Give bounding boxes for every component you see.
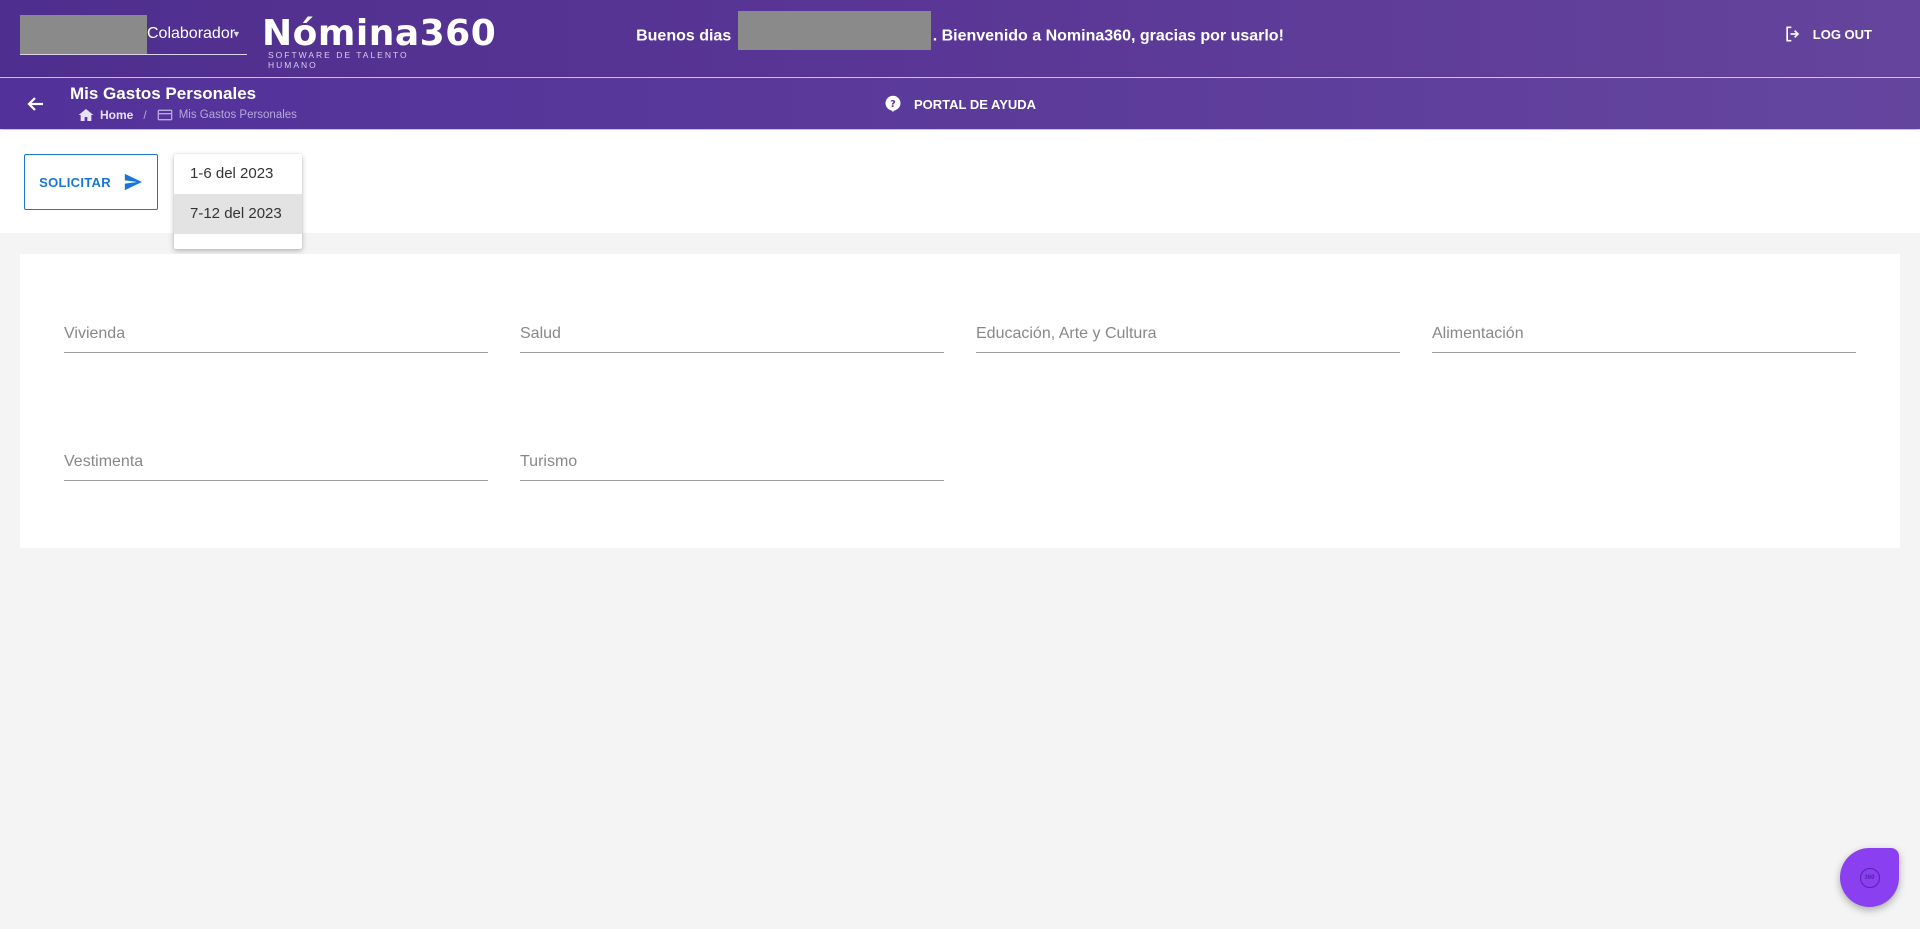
vivienda-label: Vivienda [64,325,126,342]
help-portal-link[interactable]: ? PORTAL DE AYUDA [884,95,1036,113]
expenses-form-card: Vivienda Salud Educación, Arte y Cultura… [20,254,1900,548]
brand-tagline: SOFTWARE DE TALENTO HUMANO [268,50,409,70]
educacion-field[interactable]: Educación, Arte y Cultura [976,313,1400,353]
breadcrumb: Home / Mis Gastos Personales [78,108,297,122]
user-name-redacted [737,11,931,50]
solicitar-label: SOLICITAR [39,174,111,190]
help-label: PORTAL DE AYUDA [914,96,1037,112]
breadcrumb-current: Mis Gastos Personales [178,109,297,121]
send-icon [124,173,142,191]
svg-text:?: ? [890,99,896,110]
top-header: Colaborador ▼ Nómina360 SOFTWARE DE TALE… [0,0,1920,77]
logout-label: LOG OUT [1812,26,1872,42]
card-icon [157,109,173,121]
solicitar-button[interactable]: SOLICITAR [24,154,158,210]
page-header: Mis Gastos Personales Home / Mis Gastos … [0,77,1920,129]
period-option-2[interactable]: 7-12 del 2023 [174,194,302,234]
turismo-field[interactable]: Turismo [520,441,944,481]
salud-label: Salud [520,325,561,342]
period-option-1[interactable]: 1-6 del 2023 [174,154,302,194]
breadcrumb-separator: / [143,108,147,122]
chat-button[interactable]: 360 [1840,848,1899,907]
actions-toolbar: SOLICITAR 1-6 del 2023 7-12 del 2023 [0,130,1920,249]
logout-button[interactable]: LOG OUT [1783,24,1872,44]
logout-icon [1786,26,1799,42]
chat-badge: 360 [1859,867,1880,888]
greeting-prefix: Buenos dias [636,27,732,45]
period-dropdown-menu: 1-6 del 2023 7-12 del 2023 [174,154,302,249]
back-arrow-icon[interactable] [24,92,48,116]
page-title: Mis Gastos Personales [70,84,257,103]
educacion-label: Educación, Arte y Cultura [976,325,1157,342]
greeting-suffix: . Bienvenido a Nomina360, gracias por us… [932,27,1284,45]
vestimenta-label: Vestimenta [64,453,144,470]
vestimenta-field[interactable]: Vestimenta [64,441,488,481]
salud-field[interactable]: Salud [520,313,944,353]
help-icon: ? [885,95,901,113]
alimentacion-label: Alimentación [1432,325,1524,342]
vivienda-field[interactable]: Vivienda [64,313,488,353]
breadcrumb-home[interactable]: Home [100,108,133,122]
turismo-label: Turismo [520,453,578,470]
home-icon [78,109,94,121]
alimentacion-field[interactable]: Alimentación [1432,313,1856,353]
welcome-message: Buenos dias . Bienvenido a Nomina360, gr… [0,11,1920,50]
